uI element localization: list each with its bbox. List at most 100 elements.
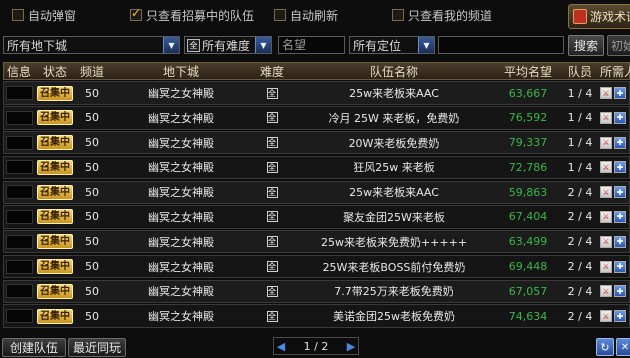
info-box[interactable] [5,135,33,150]
option-my-channel[interactable]: 只查看我的频道 [392,7,492,23]
team-table: 信息 状态 频道 地下城 难度 队伍名称 平均名望 队员 所需人员 召集中 50… [3,62,630,328]
chevron-down-icon[interactable]: ▼ [163,37,179,53]
avg-reputation-cell: 63,667 [508,86,548,100]
col-difficulty: 难度 [259,64,284,79]
sword-icon[interactable]: ⚔ [600,235,612,248]
sword-icon[interactable]: ⚔ [600,260,612,273]
heal-icon[interactable]: ✚ [614,186,626,199]
auto-popup-checkbox[interactable] [12,9,24,21]
avg-reputation-cell: 76,592 [508,111,548,125]
heal-icon[interactable]: ✚ [614,111,626,124]
required-cell: ⚔ ✚ [600,157,630,178]
table-row[interactable]: 召集中 50 幽冥之女神殿 全 7.7带25万来老板免费奶 67,057 2 /… [3,279,630,304]
heal-icon[interactable]: ✚ [614,285,626,298]
table-row[interactable]: 召集中 50 幽冥之女神殿 全 聚友金团25W来老板 67,404 2 / 4 … [3,205,630,229]
heal-icon[interactable]: ✚ [614,87,626,100]
status-cell: 召集中 [36,82,74,103]
option-recruiting-only[interactable]: 只查看招募中的队伍 [130,6,255,23]
heal-icon[interactable]: ✚ [614,161,626,174]
recruiting-only-checkbox[interactable] [130,6,142,21]
members-cell: 2 / 4 [567,210,593,224]
chevron-down-icon[interactable]: ▼ [418,37,434,53]
table-row[interactable]: 召集中 50 幽冥之女神殿 全 冷月 25W 来老板，免费奶 76,592 1 … [3,106,630,130]
info-box[interactable] [5,110,33,125]
auto-refresh-checkbox[interactable] [274,9,286,21]
option-label: 只查看招募中的队伍 [146,8,255,23]
table-row[interactable]: 召集中 50 幽冥之女神殿 全 美诺金团25w老板免费奶 74,634 2 / … [3,304,630,328]
info-box[interactable] [5,284,33,299]
info-box[interactable] [5,234,33,249]
sword-icon[interactable]: ⚔ [600,136,612,149]
table-row[interactable]: 召集中 50 幽冥之女神殿 全 25W来老板BOSS前付免费奶 69,448 2… [3,254,630,279]
position-select[interactable]: 所有定位 ▼ [349,36,435,54]
table-row[interactable]: 召集中 50 幽冥之女神殿 全 25w来老板来AAC 59,863 2 / 4 … [3,180,630,204]
info-box[interactable] [5,259,33,274]
sword-icon[interactable]: ⚔ [600,111,612,124]
pagination: ◀ 1 / 2 ▶ [273,337,359,355]
difficulty-select[interactable]: 全 所有难度 ▼ [184,36,272,54]
heal-icon[interactable]: ✚ [614,260,626,273]
status-cell: 召集中 [36,256,74,277]
prev-page-icon[interactable]: ◀ [274,339,288,353]
required-cell: ⚔ ✚ [600,256,630,277]
info-box[interactable] [5,185,33,200]
my-channel-checkbox[interactable] [392,9,404,21]
chevron-down-icon[interactable]: ▼ [255,37,271,53]
sword-icon[interactable]: ⚔ [600,87,612,100]
required-cell: ⚔ ✚ [600,107,630,128]
col-required: 所需人员 [600,64,630,79]
difficulty-select-value: 所有难度 [202,38,251,53]
heal-icon[interactable]: ✚ [614,136,626,149]
status-badge: 召集中 [37,135,73,151]
team-name-cell: 25w来老板来AAC [349,87,439,101]
refresh-icon[interactable]: ↻ [596,338,614,356]
status-badge: 召集中 [37,259,73,275]
status-badge: 召集中 [37,85,73,101]
status-badge: 召集中 [37,209,73,225]
heal-icon[interactable]: ✚ [614,210,626,223]
info-cell [4,281,34,302]
heal-icon[interactable]: ✚ [614,310,626,323]
sword-icon[interactable]: ⚔ [600,285,612,298]
search-button[interactable]: 搜索 [568,35,604,56]
reputation-input[interactable]: 名望 [278,36,345,54]
info-box[interactable] [5,160,33,175]
info-box[interactable] [5,86,33,101]
info-box[interactable] [5,209,33,224]
info-box[interactable] [5,309,33,324]
table-row[interactable]: 召集中 50 幽冥之女神殿 全 25w来老板来AAC 63,667 1 / 4 … [3,81,630,105]
heal-icon[interactable]: ✚ [614,235,626,248]
team-name-search-input[interactable] [438,36,564,54]
status-badge: 召集中 [37,308,73,324]
next-page-icon[interactable]: ▶ [344,339,358,353]
page-indicator: 1 / 2 [303,339,329,353]
sword-icon[interactable]: ⚔ [600,310,612,323]
col-channel: 频道 [79,64,104,79]
status-badge: 召集中 [37,110,73,126]
option-auto-refresh[interactable]: 自动刷新 [274,7,338,23]
sword-icon[interactable]: ⚔ [600,186,612,199]
team-name-cell: 25w来老板来AAC [349,186,439,200]
required-cell: ⚔ ✚ [600,132,630,153]
create-team-button[interactable]: 创建队伍 [2,338,66,357]
table-row[interactable]: 召集中 50 幽冥之女神殿 全 25w来老板来免费奶+++++ 63,499 2… [3,230,630,254]
option-auto-popup[interactable]: 自动弹窗 [12,7,76,23]
dungeon-select[interactable]: 所有地下城 ▼ [3,36,180,54]
col-info: 信息 [6,64,31,79]
sword-icon[interactable]: ⚔ [600,161,612,174]
recent-players-button[interactable]: 最近同玩 [68,338,126,357]
avg-reputation-cell: 67,404 [508,210,548,224]
difficulty-all-icon: 全 [187,38,200,52]
info-cell [4,231,34,252]
game-terms-button[interactable]: 游戏术语 [568,4,630,29]
difficulty-all-icon: 全 [266,161,278,173]
table-row[interactable]: 召集中 50 幽冥之女神殿 全 狂风25w 来老板 72,786 1 / 4 ⚔… [3,155,630,180]
required-cell: ⚔ ✚ [600,281,630,302]
sword-icon[interactable]: ⚔ [600,210,612,223]
table-row[interactable]: 召集中 50 幽冥之女神殿 全 20W来老板免费奶 79,337 1 / 4 ⚔… [3,130,630,155]
required-cell: ⚔ ✚ [600,231,630,252]
close-icon[interactable]: ✕ [616,338,630,356]
status-badge: 召集中 [37,234,73,250]
reset-button[interactable]: 初始化 [607,35,630,56]
channel-cell: 50 [85,210,99,224]
